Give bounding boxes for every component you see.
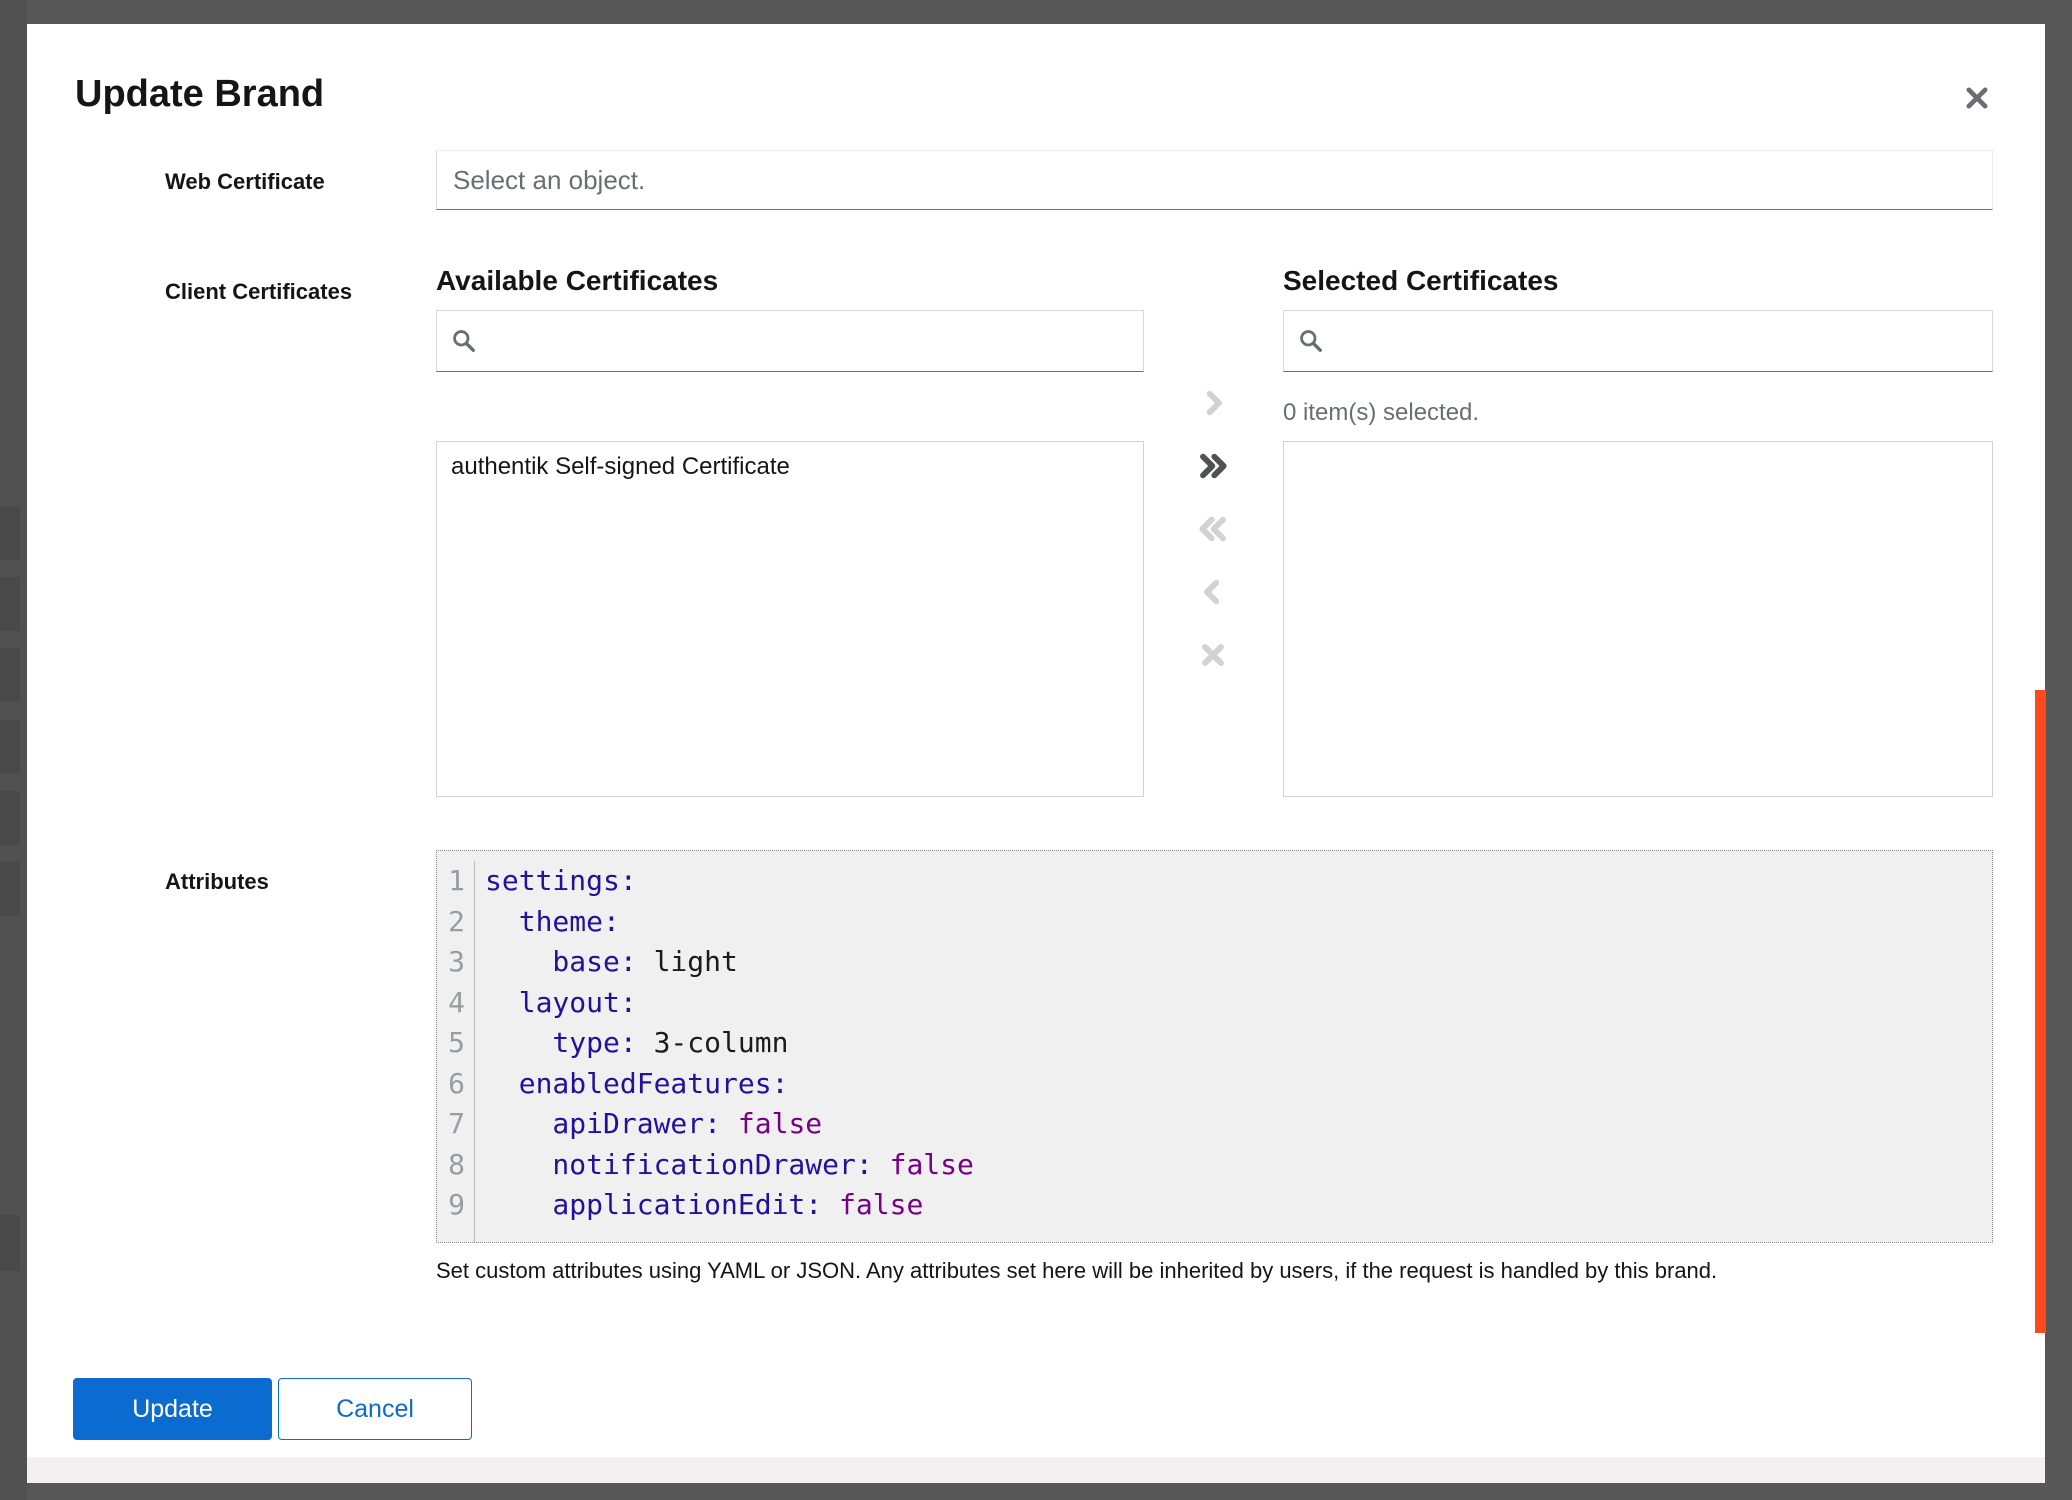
web-certificate-label: Web Certificate bbox=[165, 168, 325, 196]
backdrop-sidebar-item bbox=[0, 791, 20, 845]
selected-certificates-heading: Selected Certificates bbox=[1283, 264, 1558, 298]
backdrop-sidebar-item bbox=[0, 577, 20, 631]
selected-search-input[interactable] bbox=[1336, 326, 1978, 357]
modal-footer-strip bbox=[27, 1457, 2045, 1483]
certificate-option[interactable]: authentik Self-signed Certificate bbox=[437, 442, 1143, 492]
code-line: base: light bbox=[485, 942, 1992, 983]
code-line: applicationEdit: false bbox=[485, 1185, 1992, 1226]
attributes-label: Attributes bbox=[165, 868, 269, 896]
selected-certificates-list bbox=[1283, 441, 1993, 797]
code-line: layout: bbox=[485, 983, 1992, 1024]
code-line: theme: bbox=[485, 902, 1992, 943]
x-icon bbox=[1197, 639, 1229, 671]
line-number: 3 bbox=[437, 942, 465, 983]
code-line: settings: bbox=[485, 861, 1992, 902]
double-chevron-right-icon bbox=[1197, 450, 1229, 482]
code-line: apiDrawer: false bbox=[485, 1104, 1992, 1145]
web-certificate-input[interactable] bbox=[436, 150, 1993, 210]
chevron-right-icon bbox=[1197, 387, 1229, 419]
update-button[interactable]: Update bbox=[73, 1378, 272, 1440]
cancel-button[interactable]: Cancel bbox=[278, 1378, 472, 1440]
editor-code[interactable]: settings: theme: base: light layout: typ… bbox=[475, 861, 1992, 1242]
update-brand-modal: Update Brand Web Certificate Client Cert… bbox=[27, 24, 2045, 1483]
clear-selection-button[interactable] bbox=[1191, 633, 1235, 677]
backdrop-sidebar-item bbox=[0, 1215, 20, 1271]
code-line: enabledFeatures: bbox=[485, 1064, 1992, 1105]
chevron-left-icon bbox=[1197, 576, 1229, 608]
available-search-input[interactable] bbox=[489, 326, 1129, 357]
search-icon bbox=[451, 328, 477, 354]
close-button[interactable] bbox=[1955, 76, 1999, 120]
selected-certificates-search[interactable] bbox=[1283, 310, 1993, 372]
line-number: 9 bbox=[437, 1185, 465, 1226]
close-icon bbox=[1963, 84, 1991, 112]
backdrop-sidebar-item bbox=[0, 720, 20, 774]
line-number: 6 bbox=[437, 1064, 465, 1105]
available-certificates-search[interactable] bbox=[436, 310, 1144, 372]
available-certificates-list: authentik Self-signed Certificate bbox=[436, 441, 1144, 797]
editor-gutter: 123456789 bbox=[437, 861, 475, 1242]
code-line: type: 3-column bbox=[485, 1023, 1992, 1064]
available-certificates-heading: Available Certificates bbox=[436, 264, 718, 298]
backdrop-sidebar-item bbox=[0, 862, 20, 916]
move-all-right-button[interactable] bbox=[1191, 444, 1235, 488]
transfer-controls bbox=[1173, 381, 1253, 705]
line-number: 7 bbox=[437, 1104, 465, 1145]
move-selected-right-button[interactable] bbox=[1191, 381, 1235, 425]
code-line: notificationDrawer: false bbox=[485, 1145, 1992, 1186]
double-chevron-left-icon bbox=[1197, 513, 1229, 545]
client-certificates-label: Client Certificates bbox=[165, 278, 352, 306]
line-number: 4 bbox=[437, 983, 465, 1024]
line-number: 5 bbox=[437, 1023, 465, 1064]
backdrop-sidebar-item bbox=[0, 648, 20, 702]
scroll-indicator-bar bbox=[2035, 690, 2046, 1333]
backdrop-sidebar-item bbox=[0, 506, 20, 560]
attributes-code-editor[interactable]: 123456789 settings: theme: base: light l… bbox=[436, 850, 1993, 1243]
move-selected-left-button[interactable] bbox=[1191, 570, 1235, 614]
line-number: 8 bbox=[437, 1145, 465, 1186]
modal-title: Update Brand bbox=[75, 70, 324, 118]
attributes-help-text: Set custom attributes using YAML or JSON… bbox=[436, 1256, 1996, 1286]
move-all-left-button[interactable] bbox=[1191, 507, 1235, 551]
line-number: 1 bbox=[437, 861, 465, 902]
selected-count-text: 0 item(s) selected. bbox=[1283, 398, 1479, 428]
search-icon bbox=[1298, 328, 1324, 354]
line-number: 2 bbox=[437, 902, 465, 943]
